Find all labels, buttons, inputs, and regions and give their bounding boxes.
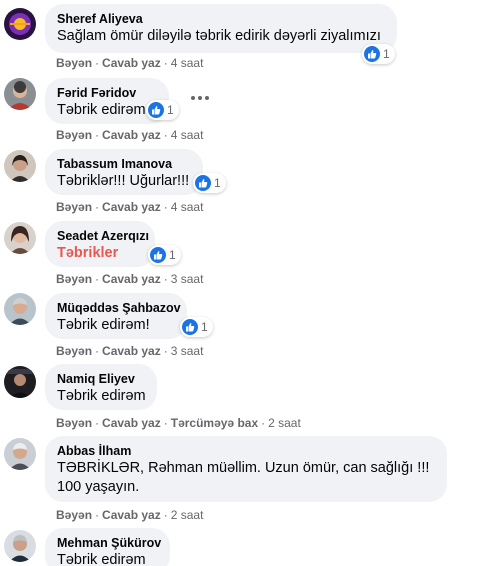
- thumbs-up-icon: [182, 319, 198, 335]
- comment-author[interactable]: Fərid Fəridov: [57, 85, 157, 101]
- like-link[interactable]: Bəyən: [56, 416, 92, 430]
- comment-bubble: Tabassum Imanova Təbriklər!!! Uğurlar!!!: [45, 149, 203, 195]
- avatar[interactable]: [4, 530, 36, 562]
- reaction-badge[interactable]: 1: [180, 317, 213, 337]
- timestamp[interactable]: 4 saat: [171, 56, 204, 70]
- like-link[interactable]: Bəyən: [56, 128, 92, 142]
- thumbs-up-icon: [364, 46, 380, 62]
- comment-text: TƏBRİKLƏR, Rəhman müəllim. Uzun ömür, ca…: [57, 460, 430, 495]
- avatar[interactable]: [4, 438, 36, 470]
- avatar[interactable]: [4, 8, 36, 40]
- comment-bubble: Sheref Aliyeva Sağlam ömür diləyilə təbr…: [45, 4, 397, 53]
- comment-bubble: Müqəddəs Şahbazov Təbrik edirəm!: [45, 293, 187, 339]
- comment-actions: Bəyən · Cavab yaz · 3 saat: [56, 344, 204, 358]
- avatar[interactable]: [4, 222, 36, 254]
- reply-link[interactable]: Cavab yaz: [102, 416, 161, 430]
- reply-link[interactable]: Cavab yaz: [102, 344, 161, 358]
- comment-author[interactable]: Sheref Aliyeva: [57, 11, 385, 27]
- comment-text: Təbrikler: [57, 245, 119, 261]
- like-link[interactable]: Bəyən: [56, 344, 92, 358]
- reaction-count: 1: [201, 320, 208, 334]
- translate-link[interactable]: Tərcüməyə bax: [171, 416, 258, 430]
- comment-bubble: Namiq Eliyev Təbrik edirəm: [45, 364, 157, 410]
- comment-text: Təbriklər!!! Uğurlar!!!: [57, 173, 190, 189]
- comment-text: Təbrik edirəm: [57, 388, 146, 404]
- comment-author[interactable]: Mehman Şükürov: [57, 535, 161, 551]
- reaction-badge[interactable]: 1: [146, 100, 179, 120]
- comment-actions: Bəyən · Cavab yaz · 4 saat: [56, 200, 204, 214]
- comment-bubble: Abbas İlham TƏBRİKLƏR, Rəhman müəllim. U…: [45, 436, 447, 502]
- comment-text: Təbrik edirəm: [57, 102, 146, 118]
- reaction-badge[interactable]: 1: [193, 173, 226, 193]
- reaction-badge[interactable]: 1: [362, 44, 395, 64]
- comment-actions: Bəyən · Cavab yaz · 2 saat: [56, 508, 204, 522]
- like-link[interactable]: Bəyən: [56, 56, 92, 70]
- avatar[interactable]: [4, 293, 36, 325]
- comment-bubble: Seadet Azerqızı Təbrikler: [45, 221, 155, 267]
- comment-author[interactable]: Abbas İlham: [57, 443, 435, 459]
- avatar[interactable]: [4, 78, 36, 110]
- reaction-count: 1: [383, 47, 390, 61]
- like-link[interactable]: Bəyən: [56, 508, 92, 522]
- comment-author[interactable]: Müqəddəs Şahbazov: [57, 300, 181, 316]
- comment-author[interactable]: Namiq Eliyev: [57, 371, 145, 387]
- thumbs-up-icon: [150, 247, 166, 263]
- comment-actions: Bəyən · Cavab yaz · Tərcüməyə bax · 2 saat: [56, 416, 301, 430]
- comment-author[interactable]: Seadet Azerqızı: [57, 228, 149, 244]
- reply-link[interactable]: Cavab yaz: [102, 56, 161, 70]
- thumbs-up-icon: [195, 175, 211, 191]
- reaction-count: 1: [169, 248, 176, 262]
- timestamp[interactable]: 3 saat: [171, 344, 204, 358]
- reply-link[interactable]: Cavab yaz: [102, 508, 161, 522]
- comment-author[interactable]: Tabassum Imanova: [57, 156, 191, 172]
- comment-actions: Bəyən · Cavab yaz · 3 saat: [56, 272, 204, 286]
- more-options-icon[interactable]: [188, 88, 212, 108]
- comment-text: Sağlam ömür diləyilə təbrik edirik dəyər…: [57, 28, 381, 44]
- comment-bubble: Mehman Şükürov Təbrik edirəm: [45, 528, 170, 566]
- reaction-count: 1: [214, 176, 221, 190]
- avatar[interactable]: [4, 150, 36, 182]
- comment-text: Təbrik edirəm!: [57, 317, 150, 333]
- comment-actions: Bəyən · Cavab yaz · 4 saat: [56, 128, 204, 142]
- like-link[interactable]: Bəyən: [56, 272, 92, 286]
- reply-link[interactable]: Cavab yaz: [102, 200, 161, 214]
- timestamp[interactable]: 3 saat: [171, 272, 204, 286]
- thumbs-up-icon: [148, 102, 164, 118]
- reaction-badge[interactable]: 1: [148, 245, 181, 265]
- timestamp[interactable]: 4 saat: [171, 200, 204, 214]
- reaction-count: 1: [167, 103, 174, 117]
- reply-link[interactable]: Cavab yaz: [102, 128, 161, 142]
- like-link[interactable]: Bəyən: [56, 200, 92, 214]
- timestamp[interactable]: 2 saat: [171, 508, 204, 522]
- timestamp[interactable]: 4 saat: [171, 128, 204, 142]
- avatar[interactable]: [4, 366, 36, 398]
- reply-link[interactable]: Cavab yaz: [102, 272, 161, 286]
- comment-text: Təbrik edirəm: [57, 552, 146, 566]
- comment-actions: Bəyən · Cavab yaz · 4 saat: [56, 56, 204, 70]
- timestamp[interactable]: 2 saat: [268, 416, 301, 430]
